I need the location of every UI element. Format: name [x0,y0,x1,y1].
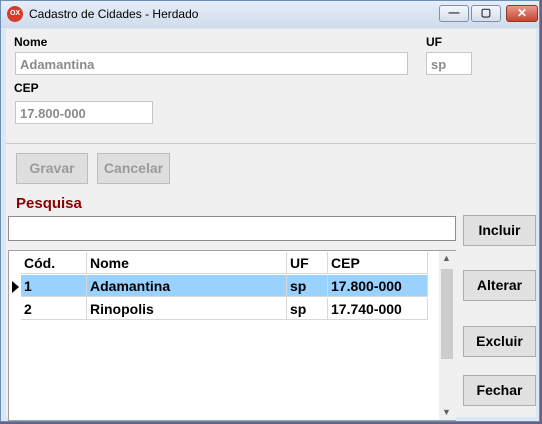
pesquisa-heading: Pesquisa [16,195,82,212]
main-window: OX Cadastro de Cidades - Herdado — ▢ ✕ N… [0,0,540,422]
title-bar[interactable]: OX Cadastro de Cidades - Herdado — ▢ ✕ [1,1,539,28]
grid-header-cep[interactable]: CEP [328,252,428,274]
grid-cell-nome[interactable]: Adamantina [87,275,287,297]
client-area: Nome Adamantina UF sp CEP 17.800-000 Gra… [6,29,536,421]
nome-label: Nome [14,35,48,49]
fechar-button[interactable]: Fechar [463,375,536,406]
grid-header-cod[interactable]: Cód. [21,252,87,274]
maximize-button[interactable]: ▢ [471,5,501,22]
scroll-up-icon[interactable]: ▲ [442,253,451,263]
window-title: Cadastro de Cidades - Herdado [29,7,199,21]
maximize-icon: ▢ [480,7,492,19]
cancelar-button[interactable]: Cancelar [97,153,170,184]
scroll-down-icon[interactable]: ▼ [442,407,451,417]
excluir-button[interactable]: Excluir [463,326,536,357]
scroll-thumb[interactable] [441,269,453,359]
minimize-button[interactable]: — [439,5,469,22]
grid-cell-cep[interactable]: 17.740-000 [328,298,428,320]
grid-header-uf[interactable]: UF [287,252,328,274]
grid-header-nome[interactable]: Nome [87,252,287,274]
grid-vertical-scrollbar[interactable]: ▲ ▼ [439,251,456,420]
uf-label: UF [426,35,442,49]
grid-cell-cep[interactable]: 17.800-000 [328,275,428,297]
search-input[interactable] [8,216,456,241]
uf-field[interactable]: sp [426,52,472,75]
nome-field[interactable]: Adamantina [15,52,408,75]
cep-field[interactable]: 17.800-000 [15,101,153,124]
app-icon[interactable]: OX [7,6,23,22]
cep-label: CEP [14,81,39,95]
gravar-button[interactable]: Gravar [16,153,88,184]
grid-cell-uf[interactable]: sp [287,298,328,320]
grid-cell-nome[interactable]: Rinopolis [87,298,287,320]
row-indicator-icon [12,281,19,293]
close-icon: ✕ [516,6,528,20]
grid-cell-uf[interactable]: sp [287,275,328,297]
grid-cell-cod[interactable]: 2 [21,298,87,320]
minimize-icon: — [448,7,460,19]
close-button[interactable]: ✕ [506,5,538,22]
edit-panel: Nome Adamantina UF sp CEP 17.800-000 [6,29,536,144]
alterar-button[interactable]: Alterar [463,270,536,301]
grid-cell-cod[interactable]: 1 [21,275,87,297]
results-grid[interactable]: Cód. Nome UF CEP 1 Adamantina sp 17.800-… [8,250,456,421]
incluir-button[interactable]: Incluir [463,215,536,246]
